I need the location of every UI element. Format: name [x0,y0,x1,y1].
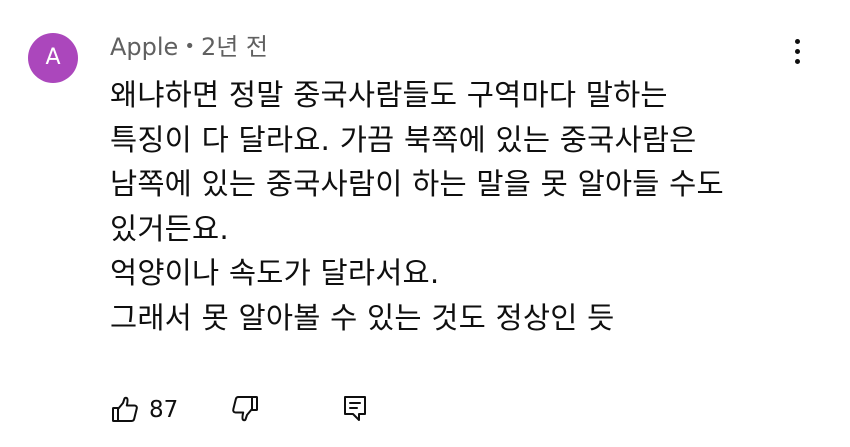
kebab-dot [794,38,800,44]
reply-button[interactable] [340,393,370,427]
kebab-dot [794,58,800,64]
avatar-initial: A [45,45,61,70]
comment-card: A Apple • 2년 전 왜냐하면 정말 중국사람들도 구역마다 말하는 특… [0,0,850,447]
reply-icon[interactable] [340,393,370,423]
avatar[interactable]: A [28,33,78,83]
comment-timestamp[interactable]: 2년 전 [201,30,268,64]
comment-header: Apple • 2년 전 [110,30,268,64]
thumbs-down-icon[interactable] [230,393,260,423]
comment-line: 특징이 다 달라요. 가끔 북쪽에 있는 중국사람은 [110,122,697,157]
more-vert-icon[interactable] [786,34,808,68]
meta-separator: • [184,36,195,57]
like-count: 87 [149,397,179,423]
comment-line: 남쪽에 있는 중국사람이 하는 말을 못 알아들 수도 [110,167,724,201]
comment-line: 있거든요. [110,211,229,246]
comment-actions: 87 [110,392,370,428]
kebab-dot [794,48,800,54]
comment-line: 왜냐하면 정말 중국사람들도 구역마다 말하는 [110,78,668,112]
dislike-button[interactable] [230,393,260,427]
author-name[interactable]: Apple [110,30,178,64]
like-button[interactable]: 87 [110,395,178,425]
comment-text: 왜냐하면 정말 중국사람들도 구역마다 말하는 특징이 다 달라요. 가끔 북쪽… [110,73,810,340]
comment-line: 그래서 못 알아볼 수 있는 것도 정상인 듯 [110,300,615,335]
thumbs-up-icon[interactable] [110,395,140,425]
comment-line: 억양이나 속도가 달라서요. [110,256,440,290]
